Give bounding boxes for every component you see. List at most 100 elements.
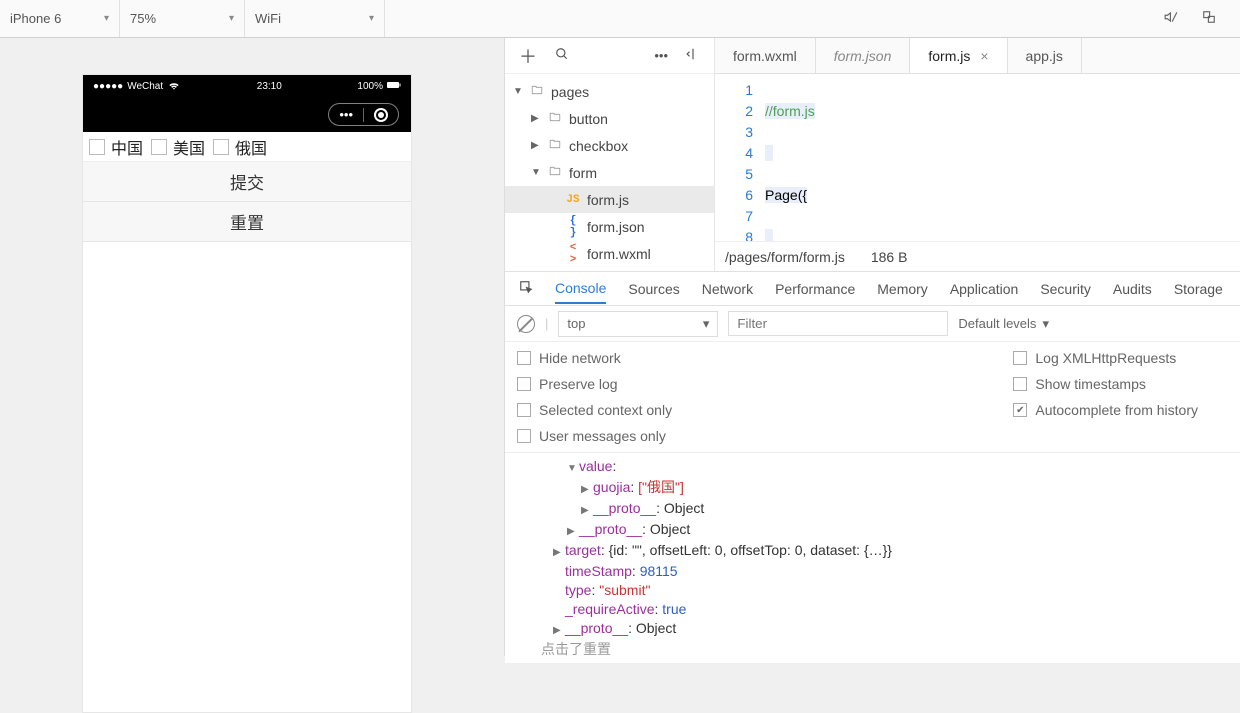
tab-network[interactable]: Network — [702, 275, 753, 303]
levels-selector[interactable]: Default levels ▾ — [958, 316, 1049, 332]
folder-checkbox[interactable]: ▶ 🗀 checkbox — [505, 132, 714, 159]
check-label: 美国 — [173, 135, 205, 159]
target-icon — [374, 108, 388, 122]
console-settings: Hide network Preserve log Selected conte… — [505, 342, 1240, 453]
folder-icon: 🗀 — [547, 136, 563, 155]
opt-timestamps[interactable]: Show timestamps — [1013, 376, 1198, 392]
opt-autocomplete[interactable]: ✔Autocomplete from history — [1013, 402, 1198, 418]
node-label: form — [569, 165, 597, 181]
console-log-line: 点击了重置 — [541, 640, 1240, 659]
tab-sources[interactable]: Sources — [628, 275, 679, 303]
zoom-label: 75% — [130, 11, 156, 26]
devtools-tabs: Console Sources Network Performance Memo… — [505, 272, 1240, 306]
inspect-button[interactable] — [519, 280, 533, 297]
window-icon — [1202, 10, 1216, 24]
json-icon: { } — [565, 215, 581, 239]
file-form-json[interactable]: { } form.json — [505, 213, 714, 240]
device-selector[interactable]: iPhone 6 ▾ — [0, 0, 120, 37]
clear-console-button[interactable] — [517, 315, 535, 333]
tab-application[interactable]: Application — [950, 275, 1019, 303]
simulator-panel: ●●●●● WeChat 23:10 100% — [0, 38, 504, 656]
battery-label: 100% — [357, 81, 383, 92]
file-form-wxss[interactable]: wxss form.wxss — [505, 267, 714, 271]
status-bar: ●●●●● WeChat 23:10 100% — [83, 75, 411, 97]
file-form-js[interactable]: JS form.js — [505, 186, 714, 213]
file-form-wxml[interactable]: < > form.wxml — [505, 240, 714, 267]
wifi-icon — [167, 78, 181, 95]
wxml-icon: < > — [565, 242, 581, 266]
zoom-selector[interactable]: 75% ▾ — [120, 0, 245, 37]
code-editor[interactable]: 123 456 789 //form.js Page({ changed:fun… — [715, 74, 1240, 241]
search-button[interactable] — [555, 47, 569, 64]
editor-status-bar: /pages/form/form.js 186 B — [715, 241, 1240, 271]
folder-icon: 🗀 — [529, 82, 545, 101]
network-selector[interactable]: WiFi ▾ — [245, 0, 385, 37]
chevron-down-icon: ▾ — [229, 13, 234, 24]
node-label: form.json — [587, 219, 645, 235]
add-button[interactable]: ＋ — [519, 43, 537, 69]
opt-hide-network[interactable]: Hide network — [517, 350, 672, 366]
folder-icon: 🗀 — [547, 109, 563, 128]
chevron-down-icon: ▾ — [369, 13, 374, 24]
collapse-icon — [686, 47, 700, 61]
inspect-icon — [519, 280, 533, 294]
twisty-closed-icon: ▶ — [531, 140, 541, 151]
js-icon: JS — [565, 194, 581, 206]
tab-form-js[interactable]: form.js × — [910, 38, 1007, 73]
checkbox-russia[interactable] — [213, 139, 229, 155]
twisty-open-icon: ▼ — [513, 86, 523, 97]
tab-app-js[interactable]: app.js — [1008, 38, 1082, 73]
context-selector[interactable]: top ▾ — [558, 311, 718, 337]
checkbox-row: 中国 美国 俄国 — [83, 132, 411, 162]
file-size: 186 B — [871, 249, 908, 265]
close-icon[interactable]: × — [980, 48, 988, 64]
page-body — [83, 242, 411, 712]
tab-security[interactable]: Security — [1040, 275, 1091, 303]
node-label: checkbox — [569, 138, 628, 154]
tab-storage[interactable]: Storage — [1174, 275, 1223, 303]
console-output[interactable]: ▼value: ▶guojia: ["俄国"] ▶__proto__: Obje… — [505, 453, 1240, 663]
mute-button[interactable] — [1164, 10, 1202, 27]
check-label: 俄国 — [235, 135, 267, 159]
folder-button[interactable]: ▶ 🗀 button — [505, 105, 714, 132]
tab-form-json[interactable]: form.json — [816, 38, 911, 73]
chevron-down-icon: ▾ — [703, 316, 710, 332]
capsule-menu[interactable]: ••• — [328, 103, 399, 126]
check-label: 中国 — [111, 135, 143, 159]
editor-tabs: form.wxml form.json form.js × app.js — [715, 38, 1240, 74]
node-label: pages — [551, 84, 589, 100]
more-icon: ••• — [339, 107, 353, 122]
speaker-icon — [1164, 10, 1178, 24]
signal-icon: ●●●●● — [93, 81, 123, 92]
opt-user-messages[interactable]: User messages only — [517, 428, 672, 444]
tab-performance[interactable]: Performance — [775, 275, 855, 303]
chevron-down-icon: ▾ — [104, 13, 109, 24]
opt-log-xhr[interactable]: Log XMLHttpRequests — [1013, 350, 1198, 366]
battery-icon — [387, 78, 401, 95]
node-label: button — [569, 111, 608, 127]
devtools-panel: Console Sources Network Performance Memo… — [505, 272, 1240, 663]
checkbox-usa[interactable] — [151, 139, 167, 155]
folder-pages[interactable]: ▼ 🗀 pages — [505, 78, 714, 105]
chevron-down-icon: ▾ — [1042, 316, 1049, 332]
collapse-button[interactable] — [686, 47, 700, 64]
opt-selected-context[interactable]: Selected context only — [517, 402, 672, 418]
more-menu[interactable]: ••• — [654, 48, 668, 63]
device-label: iPhone 6 — [10, 11, 61, 26]
tab-audits[interactable]: Audits — [1113, 275, 1152, 303]
tab-console[interactable]: Console — [555, 274, 606, 304]
checkbox-china[interactable] — [89, 139, 105, 155]
submit-button[interactable]: 提交 — [83, 162, 411, 202]
phone-simulator: ●●●●● WeChat 23:10 100% — [82, 74, 412, 713]
detach-button[interactable] — [1202, 10, 1240, 27]
opt-preserve-log[interactable]: Preserve log — [517, 376, 672, 392]
folder-icon: 🗀 — [547, 163, 563, 182]
time-label: 23:10 — [257, 81, 282, 92]
tab-form-wxml[interactable]: form.wxml — [715, 38, 816, 73]
code-text[interactable]: //form.js Page({ changed:function(e){ de… — [765, 74, 1240, 241]
filter-input[interactable] — [728, 311, 948, 336]
folder-form[interactable]: ▼ 🗀 form — [505, 159, 714, 186]
file-tree[interactable]: ▼ 🗀 pages ▶ 🗀 button ▶ 🗀 checkbox — [505, 74, 714, 271]
tab-memory[interactable]: Memory — [877, 275, 928, 303]
reset-button[interactable]: 重置 — [83, 202, 411, 242]
